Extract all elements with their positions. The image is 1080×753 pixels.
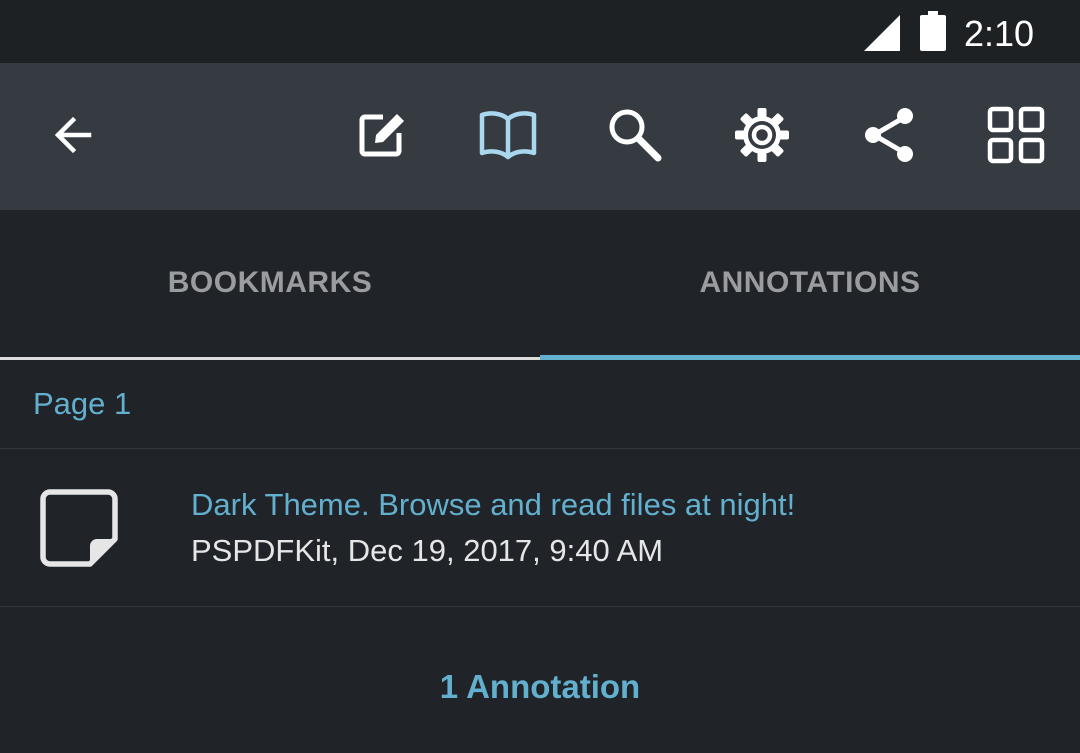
annotation-count: 1 Annotation (439, 668, 641, 705)
open-book-icon (479, 111, 537, 160)
toolbar (0, 63, 1080, 210)
magnifier-icon (609, 109, 662, 162)
sticky-note-icon (40, 489, 118, 567)
grid-icon (987, 106, 1045, 164)
edit-annotations-button[interactable] (345, 99, 417, 171)
status-time: 2:10 (964, 13, 1035, 54)
tab-bookmarks-label: BOOKMARKS (167, 266, 373, 299)
app-screen: 2:10 BOOKMARKS ANNOTATIONS Page 1 Dark T… (0, 0, 1080, 753)
tab-annotations[interactable]: ANNOTATIONS (540, 210, 1080, 360)
arrow-left-icon (54, 116, 92, 154)
status-bar: 2:10 (0, 0, 1080, 63)
page-section-header: Page 1 (0, 360, 1080, 449)
annotation-title: Dark Theme. Browse and read files at nig… (191, 487, 796, 522)
pencil-square-icon (359, 114, 404, 157)
battery-icon (920, 11, 946, 51)
share-icon (865, 108, 913, 162)
share-button[interactable] (853, 99, 925, 171)
outline-button[interactable] (472, 99, 544, 171)
settings-button[interactable] (726, 99, 798, 171)
tab-annotations-label: ANNOTATIONS (699, 266, 921, 299)
search-button[interactable] (599, 99, 671, 171)
gear-icon (735, 108, 789, 162)
cellular-signal-icon (864, 15, 900, 51)
annotation-meta: PSPDFKit, Dec 19, 2017, 9:40 AM (191, 533, 664, 568)
tab-bookmarks[interactable]: BOOKMARKS (0, 210, 540, 360)
tab-bar: BOOKMARKS ANNOTATIONS (0, 210, 1080, 360)
page-section-title: Page 1 (33, 386, 132, 421)
annotation-list-item[interactable]: Dark Theme. Browse and read files at nig… (0, 449, 1080, 607)
thumbnail-grid-button[interactable] (980, 99, 1052, 171)
back-button[interactable] (37, 99, 109, 171)
